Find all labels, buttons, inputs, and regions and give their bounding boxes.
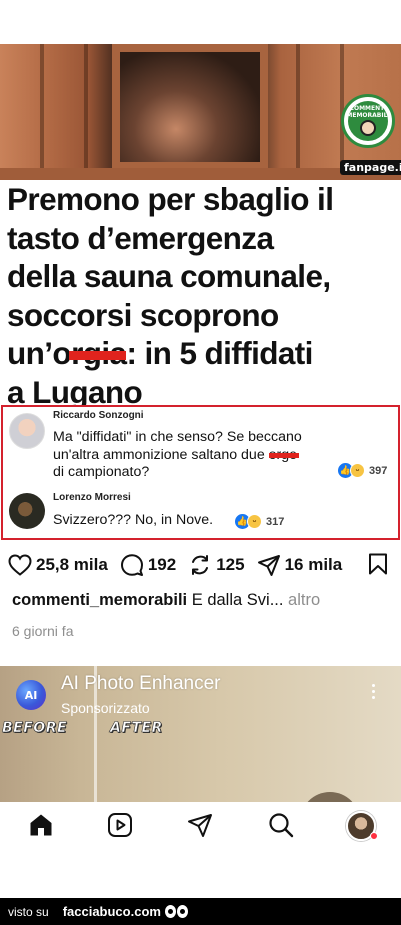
send-icon xyxy=(257,555,280,576)
save-button[interactable] xyxy=(368,553,388,580)
headline-line: della sauna comunale, xyxy=(7,258,331,294)
caption-more-link[interactable]: altro xyxy=(283,591,320,609)
bottom-navigation xyxy=(0,802,401,850)
sponsored-ad[interactable]: AI AI Photo Enhancer Sponsorizzato BEFOR… xyxy=(0,666,401,802)
comment-icon xyxy=(120,554,143,576)
comment-button[interactable]: 192 xyxy=(120,553,176,577)
source-label: fanpage.it xyxy=(340,160,401,175)
comment-author[interactable]: Riccardo Sonzogni xyxy=(53,410,144,421)
ad-photo-subject xyxy=(300,792,360,802)
post-caption: commenti_memorabili E dalla Svi... altro xyxy=(12,591,320,610)
caption-username[interactable]: commenti_memorabili xyxy=(12,591,187,609)
wood-slat xyxy=(40,44,44,180)
wood-slat xyxy=(296,44,300,180)
before-label: BEFORE xyxy=(2,720,68,737)
caption-ellipsis: ... xyxy=(269,591,284,609)
bookmark-icon xyxy=(369,553,387,575)
haha-reaction-icon: ᵕ xyxy=(247,514,262,529)
share-button[interactable]: 16 mila xyxy=(257,553,343,577)
search-icon[interactable] xyxy=(268,812,294,843)
comment-line: un'altra ammonizione saltano due orge xyxy=(53,447,302,465)
reaction-number: 397 xyxy=(369,464,388,477)
badge-face-icon xyxy=(360,120,376,136)
eyes-logo-icon xyxy=(164,905,189,918)
badge-text: COMMENTI MEMORABILI xyxy=(346,105,390,119)
repost-icon xyxy=(192,555,209,575)
headline-part: : in 5 diffidati xyxy=(126,335,313,371)
after-label: AFTER xyxy=(110,720,163,737)
headline-line: un’orgia: in 5 diffidati xyxy=(7,334,397,373)
post-action-bar: 25,8 mila 192 125 16 mila xyxy=(8,551,354,579)
like-count: 25,8 mila xyxy=(36,555,108,574)
redacted-word: orge xyxy=(268,446,300,463)
comments-frame: Riccardo Sonzogni Ma "diffidati" in che … xyxy=(1,405,400,540)
comment-line: di campionato? xyxy=(53,464,150,480)
headline-line: tasto d’emergenza xyxy=(7,219,274,256)
repost-button[interactable]: 125 xyxy=(188,553,245,577)
heart-icon xyxy=(8,554,32,576)
facciabuco-footer: visto su facciabuco.com xyxy=(0,898,401,925)
headline-line: soccorsi scoprono xyxy=(7,296,279,333)
commenti-memorabili-badge: COMMENTI MEMORABILI xyxy=(341,94,395,148)
comment-author[interactable]: Lorenzo Morresi xyxy=(53,492,131,503)
comment-count: 192 xyxy=(147,555,177,574)
notification-dot xyxy=(370,832,378,840)
commenter-avatar[interactable] xyxy=(9,493,45,529)
repost-count: 125 xyxy=(216,555,245,574)
more-options-icon[interactable] xyxy=(372,684,376,702)
reaction-number: 317 xyxy=(266,515,285,528)
redacted-word: rgia xyxy=(69,335,127,371)
comment-line: Ma "diffidati" in che senso? Se beccano xyxy=(53,429,302,445)
commenter-avatar[interactable] xyxy=(9,413,45,449)
like-button[interactable]: 25,8 mila xyxy=(8,554,108,576)
ad-title[interactable]: AI Photo Enhancer xyxy=(61,673,221,695)
comment-text: Svizzero??? No, in Nove. xyxy=(53,512,214,528)
share-count: 16 mila xyxy=(284,555,343,574)
home-icon[interactable] xyxy=(28,812,54,843)
comment-text: Ma "diffidati" in che senso? Se beccano … xyxy=(53,429,302,482)
sponsored-label: Sponsorizzato xyxy=(61,700,150,716)
reaction-count[interactable]: 👍 ᵕ 397 xyxy=(338,463,387,478)
reels-icon[interactable] xyxy=(107,812,133,843)
top-blank-area xyxy=(0,0,401,44)
wood-slat xyxy=(84,44,88,180)
headline: Premono per sbaglio il tasto d’emergenza… xyxy=(7,180,397,411)
headline-line: Premono per sbaglio il xyxy=(7,181,334,217)
sauna-window xyxy=(112,44,268,170)
post-timestamp: 6 giorni fa xyxy=(12,623,74,639)
haha-reaction-icon: ᵕ xyxy=(350,463,365,478)
footer-visto-label: visto su xyxy=(8,904,49,919)
ad-logo[interactable]: AI xyxy=(16,680,46,710)
reaction-count[interactable]: 👍 ᵕ 317 xyxy=(235,514,284,529)
headline-part: un’o xyxy=(7,335,72,371)
footer-brand[interactable]: facciabuco.com xyxy=(63,904,161,919)
direct-icon[interactable] xyxy=(187,812,213,843)
comment-part: un'altra ammonizione saltano due xyxy=(53,446,269,463)
caption-text: E dalla Svi xyxy=(187,591,270,609)
